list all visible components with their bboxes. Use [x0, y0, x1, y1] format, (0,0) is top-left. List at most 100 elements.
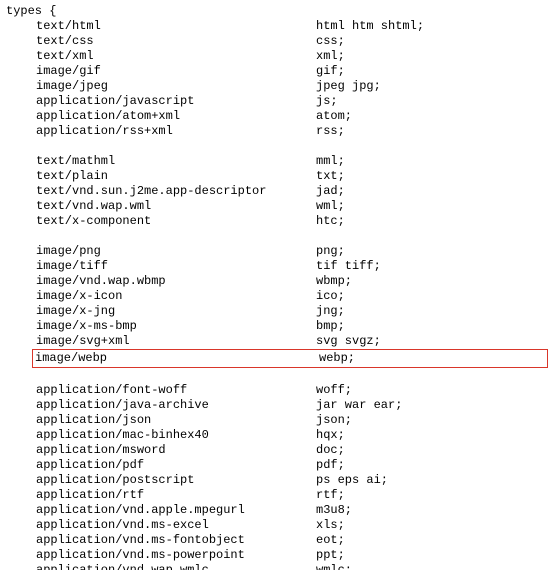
mime-type: text/x-component: [36, 214, 316, 229]
mime-row: text/htmlhtml htm shtml;: [6, 19, 554, 34]
mime-type: application/vnd.ms-fontobject: [36, 533, 316, 548]
mime-row: application/vnd.ms-powerpointppt;: [6, 548, 554, 563]
types-open-brace: types {: [6, 4, 554, 19]
extensions: doc;: [316, 443, 554, 458]
extensions: xls;: [316, 518, 554, 533]
extensions: webp;: [319, 351, 547, 366]
indent: [6, 319, 36, 334]
mime-type: text/xml: [36, 49, 316, 64]
mime-type: application/vnd.apple.mpegurl: [36, 503, 316, 518]
mime-row: application/jsonjson;: [6, 413, 554, 428]
highlighted-row: image/webpwebp;: [32, 349, 548, 368]
mime-type: application/vnd.ms-excel: [36, 518, 316, 533]
indent: [6, 274, 36, 289]
indent: [6, 214, 36, 229]
extensions: ico;: [316, 289, 554, 304]
mime-row: application/vnd.ms-excelxls;: [6, 518, 554, 533]
mime-row: application/msworddoc;: [6, 443, 554, 458]
indent: [6, 334, 36, 349]
mime-row: image/svg+xmlsvg svgz;: [6, 334, 554, 349]
mime-row: image/pngpng;: [6, 244, 554, 259]
mime-row: application/pdfpdf;: [6, 458, 554, 473]
mime-type: image/x-ms-bmp: [36, 319, 316, 334]
indent: [6, 244, 36, 259]
extensions: tif tiff;: [316, 259, 554, 274]
indent: [6, 289, 36, 304]
extensions: wmlc;: [316, 563, 554, 570]
extensions: txt;: [316, 169, 554, 184]
blank-line: [6, 229, 554, 244]
indent: [6, 383, 36, 398]
extensions: jng;: [316, 304, 554, 319]
extensions: ppt;: [316, 548, 554, 563]
mime-row: application/postscriptps eps ai;: [6, 473, 554, 488]
mime-type: application/rss+xml: [36, 124, 316, 139]
mime-row: image/vnd.wap.wbmpwbmp;: [6, 274, 554, 289]
indent: [6, 94, 36, 109]
extensions: jad;: [316, 184, 554, 199]
mime-type: image/x-jng: [36, 304, 316, 319]
indent: [6, 548, 36, 563]
mime-type: image/vnd.wap.wbmp: [36, 274, 316, 289]
mime-type: application/javascript: [36, 94, 316, 109]
extensions: gif;: [316, 64, 554, 79]
mime-row: text/mathmlmml;: [6, 154, 554, 169]
extensions: wml;: [316, 199, 554, 214]
extensions: jar war ear;: [316, 398, 554, 413]
mime-type: image/gif: [36, 64, 316, 79]
mime-type: text/plain: [36, 169, 316, 184]
mime-row: application/atom+xmlatom;: [6, 109, 554, 124]
mime-type: image/png: [36, 244, 316, 259]
blank-line: [6, 368, 554, 383]
mime-row: image/tifftif tiff;: [6, 259, 554, 274]
extensions: css;: [316, 34, 554, 49]
extensions: htc;: [316, 214, 554, 229]
mime-type: application/postscript: [36, 473, 316, 488]
mime-type: text/css: [36, 34, 316, 49]
extensions: atom;: [316, 109, 554, 124]
mime-type: text/mathml: [36, 154, 316, 169]
extensions: png;: [316, 244, 554, 259]
mime-type: text/vnd.sun.j2me.app-descriptor: [36, 184, 316, 199]
mime-type: application/vnd.ms-powerpoint: [36, 548, 316, 563]
mime-type: image/jpeg: [36, 79, 316, 94]
extensions: hqx;: [316, 428, 554, 443]
mime-row: image/x-iconico;: [6, 289, 554, 304]
mime-type: application/vnd.wap.wmlc: [36, 563, 316, 570]
mime-row: text/vnd.sun.j2me.app-descriptorjad;: [6, 184, 554, 199]
indent: [6, 563, 36, 570]
mime-row: image/x-ms-bmpbmp;: [6, 319, 554, 334]
blank-line: [6, 139, 554, 154]
mime-row: application/vnd.wap.wmlcwmlc;: [6, 563, 554, 570]
mime-type: application/font-woff: [36, 383, 316, 398]
mime-row: application/rss+xmlrss;: [6, 124, 554, 139]
indent: [6, 49, 36, 64]
indent: [6, 533, 36, 548]
mime-row: application/vnd.ms-fontobjecteot;: [6, 533, 554, 548]
mime-type: image/svg+xml: [36, 334, 316, 349]
indent: [6, 428, 36, 443]
mime-row: application/vnd.apple.mpegurlm3u8;: [6, 503, 554, 518]
mime-row: application/java-archivejar war ear;: [6, 398, 554, 413]
mime-type: application/json: [36, 413, 316, 428]
mime-row: application/font-woffwoff;: [6, 383, 554, 398]
extensions: jpeg jpg;: [316, 79, 554, 94]
mime-row: image/jpegjpeg jpg;: [6, 79, 554, 94]
mime-type: image/tiff: [36, 259, 316, 274]
mime-row: text/x-componenthtc;: [6, 214, 554, 229]
extensions: rtf;: [316, 488, 554, 503]
indent: [6, 413, 36, 428]
mime-type: application/mac-binhex40: [36, 428, 316, 443]
mime-type: application/java-archive: [36, 398, 316, 413]
mime-row: image/gifgif;: [6, 64, 554, 79]
indent: [6, 458, 36, 473]
mime-type: text/html: [36, 19, 316, 34]
mime-type: application/atom+xml: [36, 109, 316, 124]
indent: [6, 304, 36, 319]
mime-row: application/mac-binhex40hqx;: [6, 428, 554, 443]
mime-row: image/x-jngjng;: [6, 304, 554, 319]
mime-row: text/xmlxml;: [6, 49, 554, 64]
indent: [6, 259, 36, 274]
indent: [6, 169, 36, 184]
extensions: rss;: [316, 124, 554, 139]
